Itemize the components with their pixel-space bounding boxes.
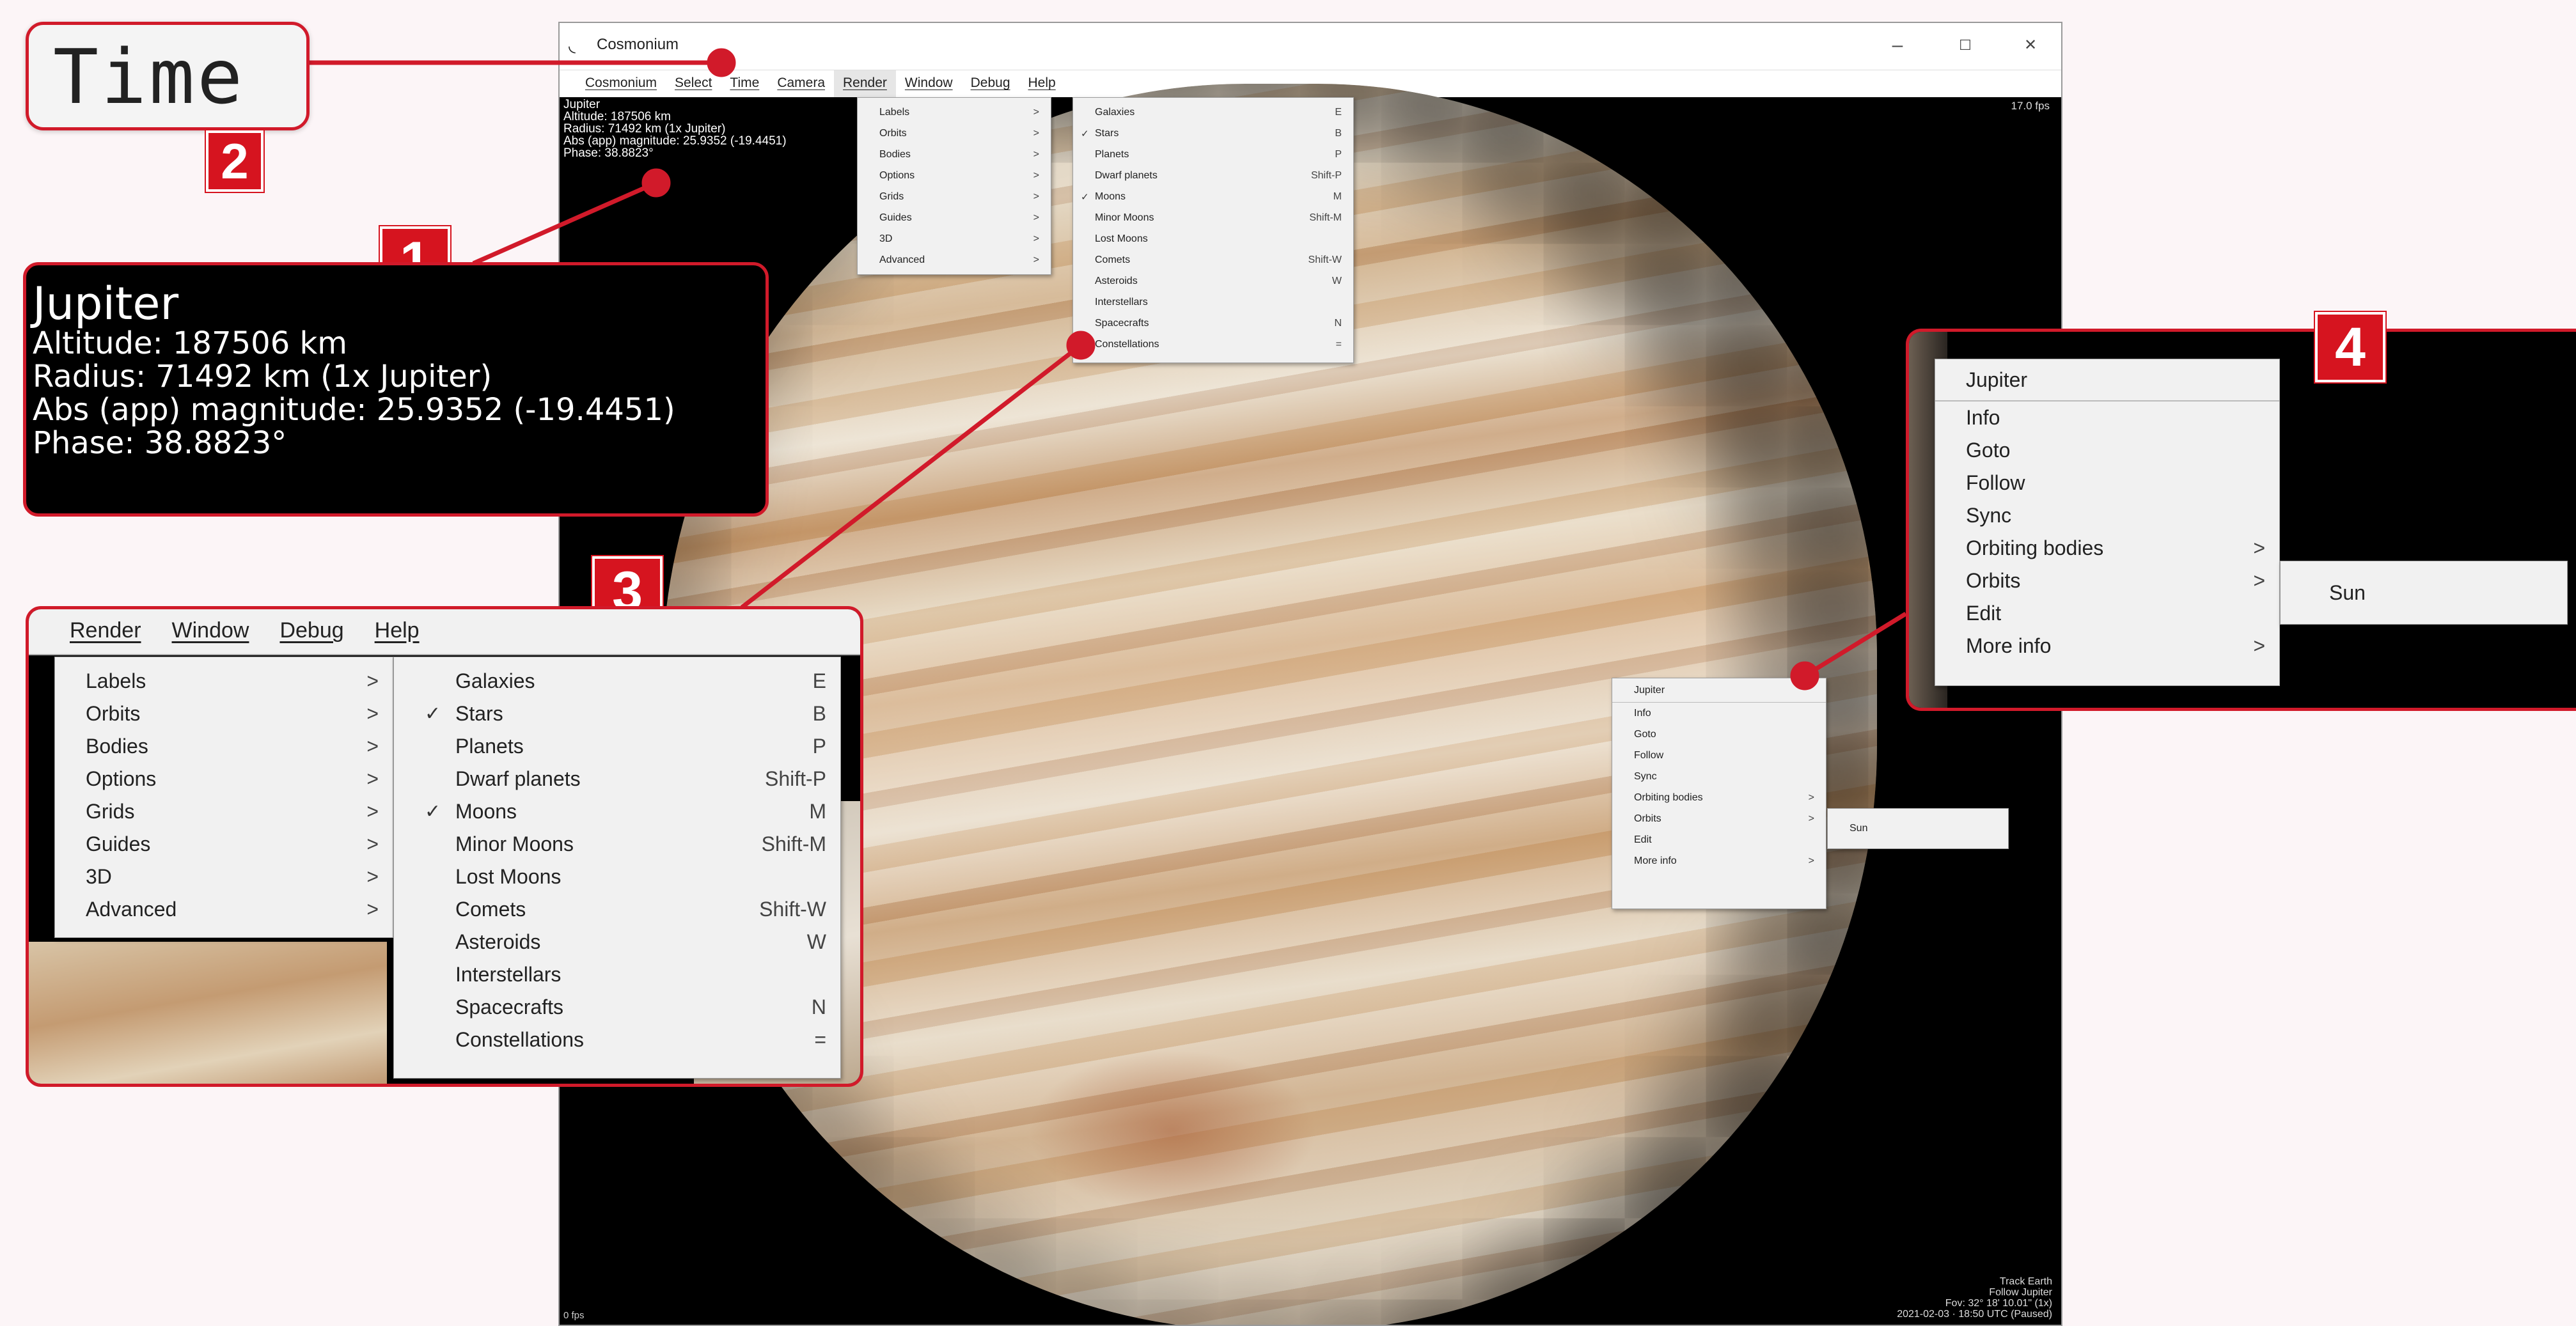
zoom-bodies-stars[interactable]: ✓ Stars B: [394, 698, 840, 730]
zoom-bodies-spacecrafts[interactable]: Spacecrafts N: [394, 991, 840, 1024]
zoom-render-advanced[interactable]: Advanced >: [55, 893, 393, 926]
zoom-context-title: Jupiter: [1935, 359, 2279, 402]
zoom-bodies-submenu: Galaxies E ✓ Stars B Planets P Dwarf planets…: [393, 657, 841, 1079]
zoom-bodies-galaxies[interactable]: Galaxies E: [394, 665, 840, 698]
zoom-menu-debug[interactable]: Debug: [264, 609, 359, 654]
chevron-right-icon: >: [2253, 536, 2265, 559]
check-icon: ✓: [425, 703, 441, 724]
context-menu-callout: Jupiter Info Goto Follow Sync Orbiting b…: [1906, 329, 2576, 711]
zoom-render-labels[interactable]: Labels >: [55, 665, 393, 698]
zoom-bodies-comets[interactable]: Comets Shift-W: [394, 893, 840, 926]
zoom-bodies-asteroids[interactable]: Asteroids W: [394, 926, 840, 958]
zoom-render-3d[interactable]: 3D >: [55, 861, 393, 893]
zoom-context-menu: Jupiter Info Goto Follow Sync Orbiting b…: [1935, 359, 2280, 686]
zoom-menu-window[interactable]: Window: [157, 609, 265, 654]
time-menu-zoom: Time: [53, 33, 246, 121]
leader-dot-3: [1066, 331, 1096, 360]
leader-dot-4: [1790, 661, 1819, 690]
zoom-context-follow[interactable]: Follow: [1935, 467, 2279, 499]
time-callout: Time: [26, 22, 310, 130]
chevron-right-icon: >: [2253, 569, 2265, 592]
zoom-context-info[interactable]: Info: [1935, 402, 2279, 434]
leader-line-1: [472, 180, 657, 266]
zoom-menu-bar: Render Window Debug Help: [29, 609, 860, 655]
zoom-orbits-submenu: Sun: [2280, 561, 2568, 625]
leader-dot-1: [641, 168, 671, 198]
object-magnitude-zoom: Abs (app) magnitude: 25.9352 (-19.4451): [33, 392, 675, 428]
object-altitude-zoom: Altitude: 187506 km: [33, 325, 348, 361]
object-name-zoom: Jupiter: [33, 277, 179, 330]
zoom-bodies-dwarf-planets[interactable]: Dwarf planets Shift-P: [394, 763, 840, 795]
leader-line-3: [740, 343, 1083, 609]
object-info-zoom: Jupiter Altitude: 187506 km Radius: 7149…: [33, 281, 675, 460]
zoom-bodies-moons[interactable]: ✓ Moons M: [394, 795, 840, 828]
chevron-right-icon: >: [2253, 634, 2265, 657]
zoom-context-orbiting-bodies[interactable]: Orbiting bodies >: [1935, 532, 2279, 565]
zoom-planet-fragment: [29, 942, 387, 1084]
callout-badge-2: 2: [206, 130, 263, 192]
object-phase-zoom: Phase: 38.8823°: [33, 425, 287, 461]
zoom-context-edit[interactable]: Edit: [1935, 597, 2279, 630]
zoom-bodies-constellations[interactable]: Constellations =: [394, 1024, 840, 1056]
leader-dot-2: [707, 48, 736, 77]
zoom-menu-help[interactable]: Help: [359, 609, 435, 654]
zoom-context-more-info[interactable]: More info >: [1935, 630, 2279, 662]
zoom-render-guides[interactable]: Guides >: [55, 828, 393, 861]
object-radius-zoom: Radius: 71492 km (1x Jupiter): [33, 359, 492, 394]
zoom-bodies-lost-moons[interactable]: Lost Moons: [394, 861, 840, 893]
leader-line-4: [1803, 612, 1907, 678]
zoom-orbits-sun[interactable]: Sun: [2281, 577, 2567, 609]
zoom-render-bodies[interactable]: Bodies >: [55, 730, 393, 763]
check-icon: ✓: [425, 801, 441, 822]
zoom-context-orbits[interactable]: Orbits >: [1935, 565, 2279, 597]
zoom-render-orbits[interactable]: Orbits >: [55, 698, 393, 730]
zoom-context-sync[interactable]: Sync: [1935, 499, 2279, 532]
zoom-render-menu: Labels > Orbits > Bodies > Options > Grids > …: [54, 657, 393, 938]
zoom-bodies-minor-moons[interactable]: Minor Moons Shift-M: [394, 828, 840, 861]
zoom-menu-render[interactable]: Render: [54, 609, 157, 654]
zoom-bodies-interstellars[interactable]: Interstellars: [394, 958, 840, 991]
render-menu-callout: Render Window Debug Help Labels > Orbits >…: [26, 606, 863, 1087]
zoom-render-options[interactable]: Options >: [55, 763, 393, 795]
zoom-context-goto[interactable]: Goto: [1935, 434, 2279, 467]
object-info-callout: Jupiter Altitude: 187506 km Radius: 7149…: [23, 262, 769, 517]
callout-badge-4: 4: [2315, 312, 2385, 382]
zoom-bodies-planets[interactable]: Planets P: [394, 730, 840, 763]
zoom-render-grids[interactable]: Grids >: [55, 795, 393, 828]
